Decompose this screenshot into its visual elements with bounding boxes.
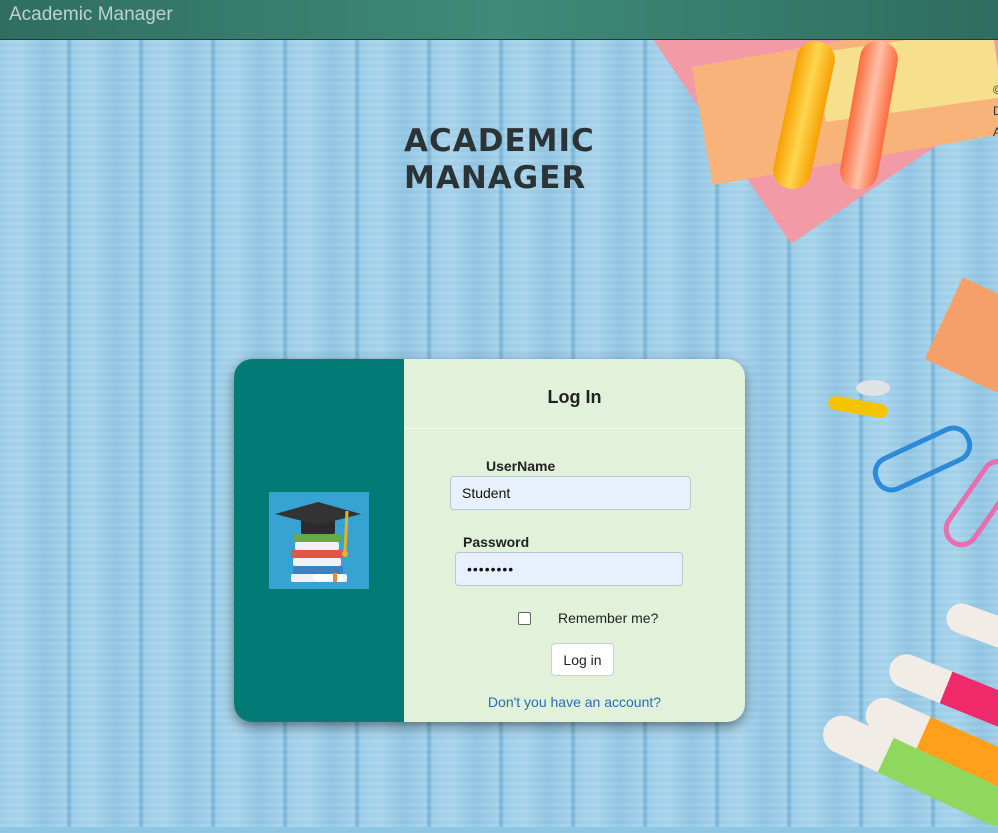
- username-input[interactable]: [450, 476, 691, 510]
- page-title: ACADEMIC MANAGER: [404, 123, 595, 197]
- login-card-sidebar: [234, 359, 404, 722]
- graduation-cap-books-icon: [269, 492, 369, 589]
- top-navbar: Academic Manager: [0, 0, 998, 40]
- login-card: Log In UserName Password Remember me? Lo…: [234, 359, 745, 722]
- login-title: Log In: [547, 387, 602, 407]
- corner-text-line: D: [993, 104, 998, 118]
- divider: [404, 428, 745, 429]
- title-line-1: ACADEMIC: [404, 123, 595, 159]
- username-label: UserName: [486, 458, 556, 474]
- remember-me-label: Remember me?: [558, 610, 659, 626]
- password-label: Password: [463, 534, 530, 550]
- corner-text-line: A: [993, 125, 998, 139]
- brand-link[interactable]: Academic Manager: [9, 4, 173, 26]
- login-form: Log In UserName Password Remember me? Lo…: [404, 359, 745, 722]
- title-line-2: MANAGER: [404, 160, 587, 196]
- corner-text-line: ©: [993, 83, 998, 97]
- register-link[interactable]: Don't you have an account?: [404, 694, 745, 710]
- password-input[interactable]: [455, 552, 683, 586]
- login-button[interactable]: Log in: [551, 643, 614, 676]
- remember-me-checkbox[interactable]: [518, 612, 531, 625]
- corner-text: © D A: [993, 80, 998, 143]
- pushpin-head-decoration: [856, 380, 890, 396]
